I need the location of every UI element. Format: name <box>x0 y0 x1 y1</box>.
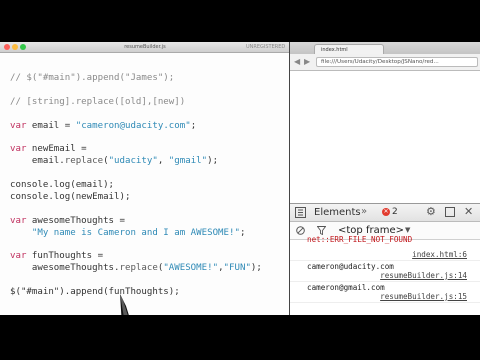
code-line[interactable] <box>10 239 262 251</box>
code-line[interactable] <box>10 85 262 97</box>
code-text: console.log(newEmail); <box>10 191 131 202</box>
code-identifier: newEmail = <box>26 144 87 155</box>
code-line[interactable]: "My name is Cameron and I am AWESOME!"; <box>10 228 262 240</box>
console-log-entry: cameron@gmail.com resumeBuilder.js:15 <box>290 282 480 303</box>
code-keyword: var <box>10 215 27 226</box>
code-identifier: awesomeThoughts = <box>26 215 125 226</box>
browser-tab[interactable]: index.html <box>314 44 384 54</box>
code-line[interactable]: var newEmail = <box>10 144 262 156</box>
error-count: 2 <box>392 207 398 217</box>
page-content <box>290 71 480 211</box>
console-source-link[interactable]: resumeBuilder.js:15 <box>380 292 467 301</box>
code-string: "FUN" <box>223 263 251 274</box>
code-keyword: var <box>10 251 27 262</box>
code-identifier: email. <box>10 156 65 167</box>
browser-toolbar: ◀ ▶ file:///Users/Udacity/Desktop/JSNano… <box>290 54 480 71</box>
code-comment: // $("#main").append("James"); <box>10 73 175 83</box>
code-punctuation: ; <box>239 227 246 238</box>
devtools-toolbar: Elements » ✕ 2 ⚙ ✕ <box>290 204 480 222</box>
editor-unregistered-label: UNREGISTERED <box>246 44 286 50</box>
close-window-icon[interactable] <box>4 44 10 50</box>
code-line[interactable]: var awesomeThoughts = <box>10 216 262 228</box>
minimize-window-icon[interactable] <box>12 44 18 50</box>
code-line[interactable]: // $("#main").append("James"); <box>10 73 262 85</box>
code-punctuation: ; <box>190 120 197 131</box>
code-string: "cameron@udacity.com" <box>75 120 191 131</box>
code-function: replace <box>64 156 104 167</box>
code-line[interactable]: var email = "cameron@udacity.com"; <box>10 121 262 133</box>
code-keyword: var <box>10 144 27 155</box>
code-string: "gmail" <box>168 156 208 167</box>
console-log: net::ERR_FILE_NOT_FOUNDindex.html:6camer… <box>290 235 480 303</box>
code-function: replace <box>119 263 158 274</box>
code-line[interactable] <box>10 132 262 144</box>
code-text: $("#main").append(funThoughts); <box>10 287 180 298</box>
code-identifier: funThoughts = <box>26 251 104 262</box>
console-message: net::ERR_FILE_NOT_FOUND <box>307 235 413 244</box>
code-line[interactable]: console.log(newEmail); <box>10 192 262 204</box>
code-string: "udacity" <box>108 156 158 167</box>
code-line[interactable]: email.replace("udacity", "gmail"); <box>10 156 262 168</box>
editor-titlebar: resumeBuilder.js UNREGISTERED <box>0 42 289 53</box>
code-line[interactable]: // [string].replace([old],[new]) <box>10 97 262 109</box>
code-line[interactable] <box>10 168 262 180</box>
code-punctuation: , <box>157 156 169 167</box>
console-log-entry: cameron@udacity.com resumeBuilder.js:14 <box>290 261 480 282</box>
gear-icon[interactable]: ⚙ <box>426 206 436 218</box>
devtools-panel: Elements » ✕ 2 ⚙ ✕ <top frame> ▼ net::ERR… <box>290 203 480 315</box>
more-tabs-button[interactable]: » <box>361 206 367 217</box>
browser-tab-strip: index.html <box>290 42 480 54</box>
tab-elements[interactable]: Elements <box>314 207 361 218</box>
filter-icon[interactable] <box>317 226 326 235</box>
stylus-pen-icon <box>120 294 129 315</box>
code-string: "My name is Cameron and I am AWESOME!" <box>31 227 240 238</box>
code-punctuation: ); <box>250 263 262 274</box>
console-log-entry: net::ERR_FILE_NOT_FOUNDindex.html:6 <box>290 235 480 261</box>
code-comment: // [string].replace([old],[new]) <box>10 96 186 107</box>
code-editor-window: resumeBuilder.js UNREGISTERED // $("#mai… <box>0 42 289 315</box>
clear-console-icon[interactable] <box>296 226 305 235</box>
browser-window: index.html ◀ ▶ file:///Users/Udacity/Des… <box>289 42 480 315</box>
console-message: cameron@gmail.com <box>307 283 385 292</box>
code-identifier: email = <box>26 120 76 131</box>
address-bar[interactable]: file:///Users/Udacity/Desktop/JSNano/red… <box>316 57 478 67</box>
error-count-badge[interactable]: ✕ 2 <box>382 207 406 218</box>
code-string: "AWESOME!" <box>163 263 219 274</box>
drawer-toggle-icon[interactable] <box>295 207 306 218</box>
back-arrow-icon[interactable]: ◀ <box>294 57 300 67</box>
close-icon[interactable]: ✕ <box>464 206 473 218</box>
console-source-link[interactable]: resumeBuilder.js:14 <box>380 271 467 280</box>
code-area[interactable]: // $("#main").append("James"); // [strin… <box>10 73 262 299</box>
code-keyword: var <box>10 120 27 131</box>
code-line[interactable]: var funThoughts = <box>10 251 262 263</box>
code-line[interactable]: awesomeThoughts.replace("AWESOME!","FUN"… <box>10 263 262 275</box>
dock-side-icon[interactable] <box>445 207 455 217</box>
maximize-window-icon[interactable] <box>20 44 26 50</box>
code-line[interactable] <box>10 204 262 216</box>
code-identifier: awesomeThoughts. <box>10 263 120 274</box>
console-message: cameron@udacity.com <box>307 262 394 271</box>
forward-arrow-icon[interactable]: ▶ <box>304 57 310 67</box>
code-line[interactable] <box>10 275 262 287</box>
code-line[interactable]: console.log(email); <box>10 180 262 192</box>
editor-tab-title[interactable]: resumeBuilder.js <box>110 43 180 51</box>
code-text: console.log(email); <box>10 180 115 191</box>
code-line[interactable] <box>10 109 262 121</box>
code-punctuation: ); <box>207 156 219 167</box>
error-icon: ✕ <box>382 207 390 216</box>
console-source-link[interactable]: index.html:6 <box>412 250 467 259</box>
